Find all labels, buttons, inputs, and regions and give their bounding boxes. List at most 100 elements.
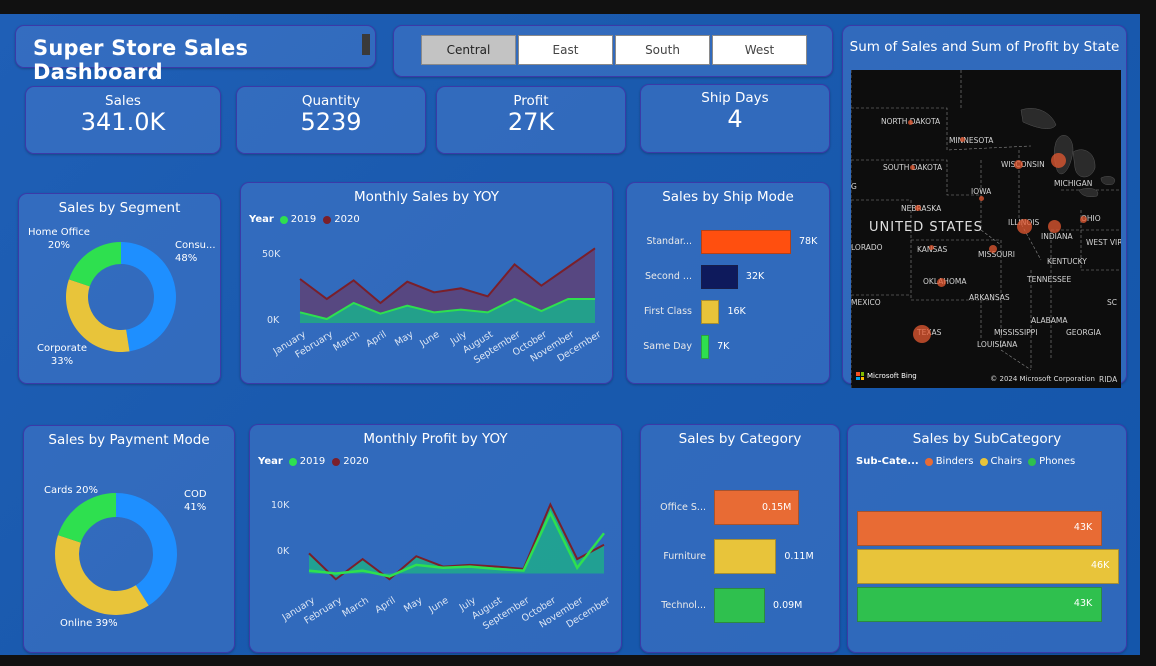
map-bubble[interactable] xyxy=(929,245,934,250)
bar[interactable] xyxy=(701,300,720,324)
text-cursor xyxy=(362,34,370,55)
legend-title: Sub-Cate... xyxy=(856,456,919,467)
map-title: Sum of Sales and Sum of Profit by State xyxy=(849,39,1120,55)
bar-value-label: 0.09M xyxy=(773,599,803,611)
map-state-label: NEBRASKA xyxy=(901,204,942,213)
payment-label-cod: COD 41% xyxy=(184,489,207,513)
region-slicer: Central East South West xyxy=(393,25,833,77)
kpi-sales-value: 341.0K xyxy=(80,108,166,136)
ship-mode-title: Sales by Ship Mode xyxy=(662,189,794,205)
donut-slice-cards[interactable] xyxy=(57,493,116,543)
kpi-ship-days-value: 4 xyxy=(727,105,743,133)
map-state-label: INDIANA xyxy=(1041,232,1073,241)
bar-category-label: Office S... xyxy=(660,501,706,513)
map-bubble[interactable] xyxy=(1014,160,1023,169)
bar-category-label: Second ... xyxy=(644,271,692,282)
map-bubble[interactable] xyxy=(910,165,915,170)
map-state-label: IOWA xyxy=(971,187,992,196)
map-state-label: GEORGIA xyxy=(1066,328,1101,337)
payment-donut[interactable] xyxy=(24,426,236,654)
bar-value-label: 7K xyxy=(717,341,730,352)
bar-phones[interactable] xyxy=(857,587,1102,622)
segment-label-corporate: Corporate 33% xyxy=(37,343,87,367)
kpi-ship-days-card[interactable]: Ship Days 4 xyxy=(640,84,830,153)
slicer-option-east[interactable]: East xyxy=(518,35,613,65)
map-bubble[interactable] xyxy=(915,205,921,211)
kpi-sales-card[interactable]: Sales 341.0K xyxy=(25,86,221,154)
kpi-profit-value: 27K xyxy=(507,108,555,136)
map-bubble[interactable] xyxy=(960,137,965,142)
category-card: Sales by Category Office S... 0.15M Furnit… xyxy=(640,424,840,653)
legend-label-phones[interactable]: Phones xyxy=(1039,456,1075,467)
subcategory-card: Sales by SubCategory Sub-Cate... Binders… xyxy=(847,424,1127,653)
map-bubble[interactable] xyxy=(1017,219,1032,234)
map-state-label: MISSOURI xyxy=(978,250,1016,259)
state-map[interactable]: UNITED STATES NORTH DAKOTA MINNESOTA SOU… xyxy=(851,70,1121,388)
kpi-quantity-label: Quantity xyxy=(301,93,361,109)
map-state-label: LOUISIANA xyxy=(977,340,1018,349)
bar-value-label: 16K xyxy=(727,306,746,317)
kpi-profit-card[interactable]: Profit 27K xyxy=(436,86,626,154)
donut-slice-online[interactable] xyxy=(55,535,149,615)
map-bubble[interactable] xyxy=(908,120,913,125)
legend-dot-chairs xyxy=(979,457,988,466)
bar[interactable] xyxy=(701,335,710,359)
map-bubble[interactable] xyxy=(1080,216,1087,223)
donut-slice-cod[interactable] xyxy=(116,493,177,606)
kpi-quantity-value: 5239 xyxy=(300,108,362,136)
map-state-label: MICHIGAN xyxy=(1054,179,1093,188)
bar[interactable] xyxy=(701,230,791,254)
bar[interactable] xyxy=(714,539,777,574)
map-state-label: RIDA xyxy=(1099,375,1118,384)
legend-label-chairs[interactable]: Chairs xyxy=(991,456,1023,467)
bar-value-label: 0.15M xyxy=(762,501,792,513)
map-state-label: MINNESOTA xyxy=(949,136,994,145)
bing-logo: Microsoft Bing xyxy=(856,372,917,380)
microsoft-logo-icon xyxy=(856,372,864,380)
bar-category-label: Same Day xyxy=(643,341,692,352)
kpi-ship-days-label: Ship Days xyxy=(701,90,769,106)
map-card: Sum of Sales and Sum of Profit by State xyxy=(842,25,1127,388)
bar-value-label: 32K xyxy=(745,271,765,282)
map-bubble[interactable] xyxy=(913,325,931,343)
map-copyright: © 2024 Microsoft Corporation xyxy=(990,375,1095,383)
map-bubble[interactable] xyxy=(1051,153,1066,168)
map-state-label: KENTUCKY xyxy=(1047,257,1087,266)
bar-category-label: Furniture xyxy=(663,550,706,562)
map-bubble[interactable] xyxy=(937,278,946,287)
bar-value-label: 0.11M xyxy=(784,550,814,562)
subcategory-legend: Sub-Cate... Binders Chairs Phones xyxy=(856,456,1075,467)
bar-binders[interactable] xyxy=(857,511,1102,546)
bar-value-label: 43K xyxy=(1073,522,1093,533)
map-state-label: SC xyxy=(1107,298,1117,307)
bar-value-label: 78K xyxy=(799,236,818,247)
slicer-option-central[interactable]: Central xyxy=(421,35,516,65)
map-bubble[interactable] xyxy=(979,196,984,201)
map-state-label: MISSISSIPPI xyxy=(994,328,1038,337)
map-bubble[interactable] xyxy=(989,245,997,253)
map-state-label: ALABAMA xyxy=(1031,316,1068,325)
bar-chairs[interactable] xyxy=(857,549,1119,584)
page-title: Super Store Sales Dashboard xyxy=(33,36,249,84)
donut-slice-consumer[interactable] xyxy=(121,242,176,352)
payment-label-online: Online 39% xyxy=(60,618,118,629)
map-state-label: LORADO xyxy=(851,243,883,252)
kpi-quantity-card[interactable]: Quantity 5239 xyxy=(236,86,426,154)
bar-value-label: 46K xyxy=(1091,560,1110,571)
legend-dot-binders xyxy=(924,457,933,466)
bar-category-label: Standar... xyxy=(646,236,692,247)
segment-label-consumer: Consu... 48% xyxy=(175,240,216,264)
bar[interactable] xyxy=(701,265,738,289)
legend-dot-phones xyxy=(1028,457,1037,466)
slicer-option-south[interactable]: South xyxy=(615,35,710,65)
dashboard-canvas: Super Store Sales Dashboard Central East… xyxy=(0,14,1140,655)
bar[interactable] xyxy=(714,588,765,623)
payment-mode-card: Sales by Payment Mode Cards 20% COD 41% … xyxy=(23,425,235,653)
map-bubble[interactable] xyxy=(1048,220,1061,233)
slicer-option-west[interactable]: West xyxy=(712,35,807,65)
legend-label-binders[interactable]: Binders xyxy=(936,456,974,467)
segment-label-home-office: Home Office 20% xyxy=(28,227,90,251)
payment-label-cards: Cards 20% xyxy=(44,485,99,496)
bar-value-label: 43K xyxy=(1073,598,1093,609)
monthly-sales-card: Monthly Sales by YOY Year 2019 2020 50K … xyxy=(240,182,613,384)
